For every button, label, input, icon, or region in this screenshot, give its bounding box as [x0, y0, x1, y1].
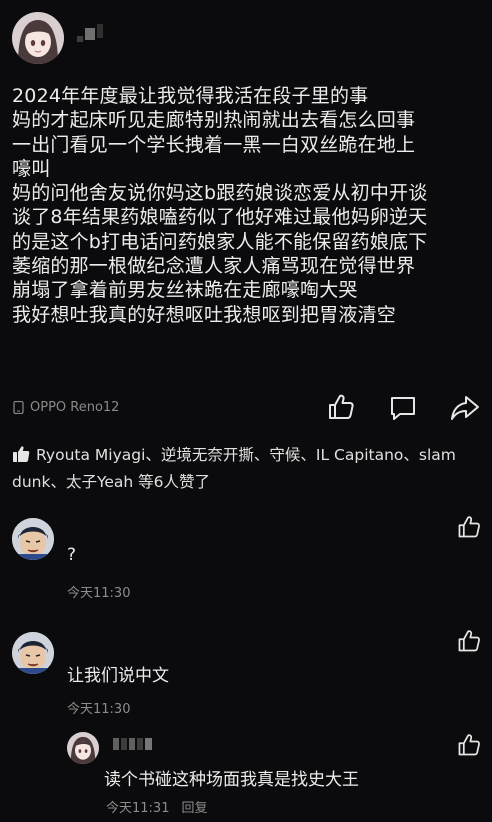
- commenter-avatar[interactable]: [12, 632, 54, 674]
- comment-like-icon[interactable]: [456, 514, 482, 540]
- author-name-redacted[interactable]: [77, 24, 103, 42]
- reply-text: 读个书碰这种场面我真是找史大王: [104, 770, 359, 790]
- author-avatar[interactable]: [12, 12, 64, 64]
- like-filled-icon: [13, 446, 30, 462]
- post-line: 2024年年度最让我觉得我活在段子里的事: [12, 85, 369, 107]
- post-line: 妈的才起床听见走廊特别热闹就出去看怎么回事: [12, 109, 416, 132]
- commenter-avatar[interactable]: [12, 518, 54, 560]
- post-line: 谈了8年结果药娘嗑药似了他好难过最他妈卵逆天: [12, 206, 428, 229]
- comment-time: 今天11:30: [67, 586, 131, 601]
- replier-avatar[interactable]: [67, 732, 99, 764]
- post-line: 我好想吐我真的好想呕吐我想呕到把胃液清空: [12, 303, 397, 326]
- comment-time: 今天11:30: [67, 702, 131, 717]
- comment-text: ?: [67, 545, 77, 565]
- replier-name-redacted[interactable]: [113, 738, 152, 750]
- comment-like-icon[interactable]: [456, 628, 482, 654]
- device-tag: OPPO Reno12: [13, 400, 119, 415]
- phone-icon: [13, 401, 24, 414]
- reply-time-row: 今天11:31 回复: [106, 797, 207, 816]
- likes-text: Ryouta Miyagi、逆境无奈开撕、守候、IL Capitano、slam…: [12, 446, 456, 491]
- reply-like-icon[interactable]: [456, 732, 482, 758]
- share-arrow-icon[interactable]: [450, 393, 480, 423]
- likes-summary[interactable]: Ryouta Miyagi、逆境无奈开撕、守候、IL Capitano、slam…: [12, 442, 482, 496]
- post-line: 的是这个b打电话问药娘家人能不能保留药娘底下: [12, 230, 428, 253]
- post-line: 萎缩的那一根做纪念遭人家人痛骂现在觉得世界: [12, 255, 416, 278]
- comment-bubble-icon[interactable]: [388, 393, 418, 423]
- post-line: 一出门看见一个学长拽着一黑一白双丝跪在地上: [12, 133, 416, 156]
- post-line: 崩塌了拿着前男友丝袜跪在走廊嚎啕大哭: [12, 279, 358, 302]
- comment-text: 让我们说中文: [67, 666, 169, 686]
- reply-time: 今天11:31: [106, 801, 170, 816]
- post-line: 嚎叫: [12, 157, 51, 180]
- post-body: 2024年年度最让我觉得我活在段子里的事 妈的才起床听见走廊特别热闹就出去看怎么…: [12, 84, 484, 327]
- like-thumb-icon[interactable]: [326, 392, 356, 422]
- device-name: OPPO Reno12: [30, 400, 120, 415]
- post-line: 妈的问他舍友说你妈这b跟药娘谈恋爱从初中开谈: [12, 182, 428, 205]
- reply-button[interactable]: 回复: [181, 801, 207, 816]
